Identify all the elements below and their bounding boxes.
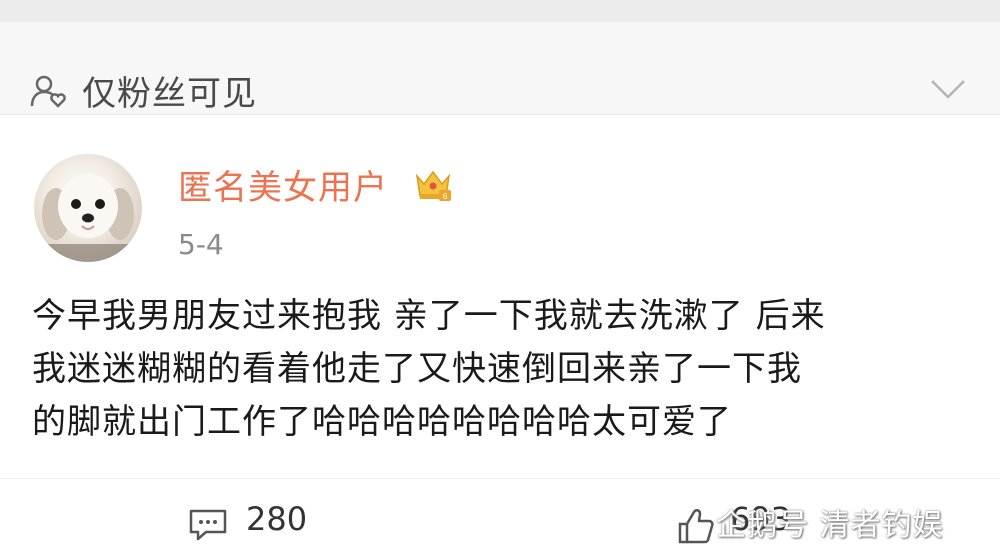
footer-divider xyxy=(0,478,1000,479)
thumbs-up-icon[interactable] xyxy=(676,506,716,546)
top-strip xyxy=(0,0,1000,22)
fans-only-icon xyxy=(30,75,66,108)
avatar[interactable] xyxy=(34,154,142,262)
svg-text:6: 6 xyxy=(442,192,447,201)
chevron-down-icon[interactable] xyxy=(930,78,966,100)
visibility-label: 仅粉丝可见 xyxy=(82,74,257,114)
content-line: 我迷迷糊糊的看着他走了又快速倒回来亲了一下我 xyxy=(32,349,802,389)
crown-badge-icon[interactable]: 6 xyxy=(413,166,453,204)
watermark: 企鹅号 清者钓娱 xyxy=(716,508,944,543)
visibility-bar[interactable]: 仅粉丝可见 xyxy=(0,22,1000,115)
username[interactable]: 匿名美女用户 xyxy=(178,160,388,209)
comment-count[interactable]: 280 xyxy=(246,500,307,538)
content-line: 的脚就出门工作了哈哈哈哈哈哈哈哈太可爱了 xyxy=(32,402,732,442)
content-line: 今早我男朋友过来抱我 亲了一下我就去洗漱了 后来 xyxy=(32,296,826,336)
post-content: 今早我男朋友过来抱我 亲了一下我就去洗漱了 后来 我迷迷糊糊的看着他走了又快速倒… xyxy=(32,290,982,449)
dog-avatar-image xyxy=(34,174,142,262)
comment-icon[interactable] xyxy=(188,508,228,542)
post-date: 5-4 xyxy=(178,228,224,261)
